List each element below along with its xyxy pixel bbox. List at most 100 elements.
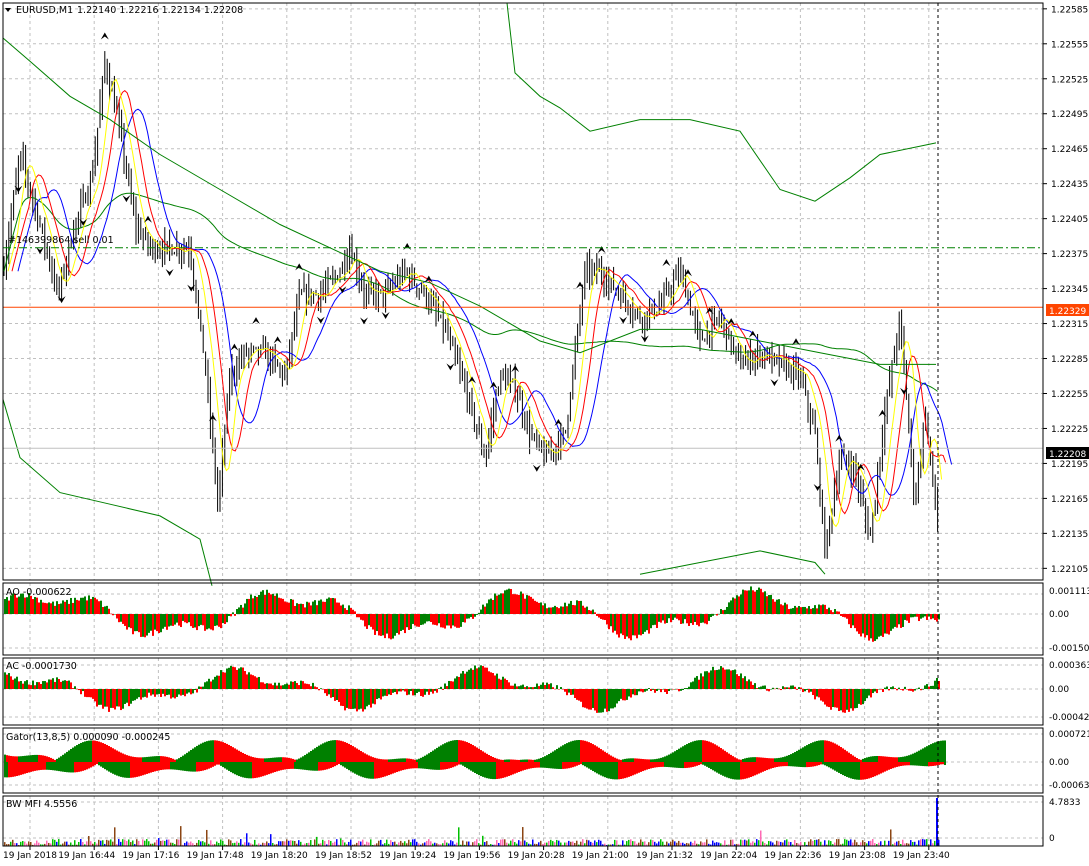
gator-upper-bar	[810, 743, 812, 762]
ac-bar	[536, 683, 538, 689]
fractal-down-icon	[619, 316, 628, 324]
gator-lower-bar	[838, 762, 840, 773]
gator-lower-bar	[652, 762, 654, 768]
gator-upper-bar	[856, 758, 858, 762]
gator-upper-bar	[638, 758, 640, 762]
gator-upper-bar	[590, 743, 592, 762]
ao-bar	[438, 614, 440, 624]
ao-bar	[142, 614, 144, 637]
ao-bar	[646, 614, 648, 631]
mfi-bar	[850, 839, 852, 846]
gator-lower-bar	[884, 762, 886, 772]
ac-bar	[528, 687, 530, 689]
gator-upper-bar	[888, 756, 890, 762]
ac-bar	[424, 689, 426, 695]
gator-lower-bar	[928, 762, 930, 767]
ac-bar	[850, 689, 852, 709]
gator-lower-bar	[288, 762, 290, 769]
mfi-bar	[810, 839, 812, 846]
mfi-bar	[868, 841, 870, 846]
trading-chart[interactable]: EURUSD,M1 1.22140 1.22216 1.22134 1.2220…	[0, 0, 1089, 866]
ac-bar	[192, 689, 194, 694]
ac-bar	[634, 689, 636, 696]
dropdown-triangle-icon[interactable]	[5, 8, 11, 12]
ao-bar	[220, 614, 222, 629]
ac-bar	[454, 678, 456, 689]
ac-bar	[726, 669, 728, 689]
gator-lower-bar	[354, 762, 356, 774]
gator-upper-bar	[260, 758, 262, 762]
ao-bar	[72, 602, 74, 614]
gator-panel[interactable]	[4, 740, 946, 780]
mfi-bar	[552, 841, 554, 846]
gator-lower-bar	[586, 762, 588, 768]
gator-upper-bar	[136, 757, 138, 762]
ao-bar	[502, 593, 504, 614]
ao-bar	[184, 614, 186, 623]
mfi-bar	[64, 841, 66, 846]
gator-upper-bar	[36, 754, 38, 762]
time-tick-label: 19 Jan 2018	[3, 851, 57, 861]
ac-bar	[36, 682, 38, 689]
gator-lower-bar	[26, 762, 28, 774]
gator-lower-bar	[342, 762, 344, 767]
gator-upper-bar	[394, 758, 396, 762]
gator-axis-top: 0.000721	[1049, 730, 1089, 740]
mfi-bar	[336, 839, 338, 846]
ac-bar	[404, 689, 406, 692]
ao-bar	[218, 614, 220, 627]
fractal-down-icon	[316, 316, 325, 324]
ao-bar	[836, 611, 838, 614]
gator-lower-bar	[898, 762, 900, 767]
gator-lower-bar	[96, 762, 98, 765]
fractal-up-icon	[273, 336, 282, 344]
ao-bar	[256, 596, 258, 614]
gator-upper-bar	[740, 759, 742, 762]
gator-lower-bar	[590, 762, 592, 770]
gator-lower-bar	[250, 762, 252, 779]
ao-bar	[522, 593, 524, 614]
ac-bar	[502, 676, 504, 689]
gator-lower-bar	[656, 762, 658, 768]
ao-bar	[668, 614, 670, 619]
ac-bar	[628, 689, 630, 697]
ao-bar	[272, 593, 274, 614]
gator-upper-bar	[340, 740, 342, 762]
gator-lower-bar	[318, 762, 320, 771]
ao-bar	[24, 597, 26, 614]
gator-lower-bar	[456, 762, 458, 766]
upper-band	[506, 2, 937, 202]
gator-lower-bar	[580, 762, 582, 765]
gator-upper-bar	[170, 758, 172, 762]
mfi-bar	[200, 841, 202, 846]
ao-bar	[856, 614, 858, 632]
ao-bar	[704, 614, 706, 624]
ac-bar	[602, 689, 604, 713]
gator-lower-bar	[128, 762, 130, 778]
ao-bar	[98, 601, 100, 614]
mfi-bar	[330, 840, 332, 846]
gator-upper-bar	[358, 749, 360, 762]
gator-lower-bar	[702, 762, 704, 765]
ac-bar	[150, 689, 152, 696]
gator-upper-bar	[378, 758, 380, 762]
ao-bar	[314, 600, 316, 614]
mfi-panel[interactable]	[4, 798, 940, 846]
mfi-bar	[158, 838, 160, 846]
ao-bar	[652, 614, 654, 626]
ao-panel[interactable]	[4, 586, 940, 642]
ao-bar	[354, 611, 356, 614]
ac-bar	[596, 689, 598, 713]
gator-upper-bar	[584, 740, 586, 762]
ao-bar	[676, 614, 678, 619]
ao-bar	[504, 590, 506, 614]
gator-lower-bar	[762, 762, 764, 772]
ao-bar	[40, 599, 42, 614]
gator-lower-bar	[804, 762, 806, 768]
gator-upper-bar	[500, 759, 502, 762]
gator-lower-bar	[828, 762, 830, 768]
mfi-bar	[244, 842, 246, 846]
ac-bar	[20, 680, 22, 689]
mfi-bar	[466, 841, 468, 846]
ac-bar	[432, 689, 434, 694]
